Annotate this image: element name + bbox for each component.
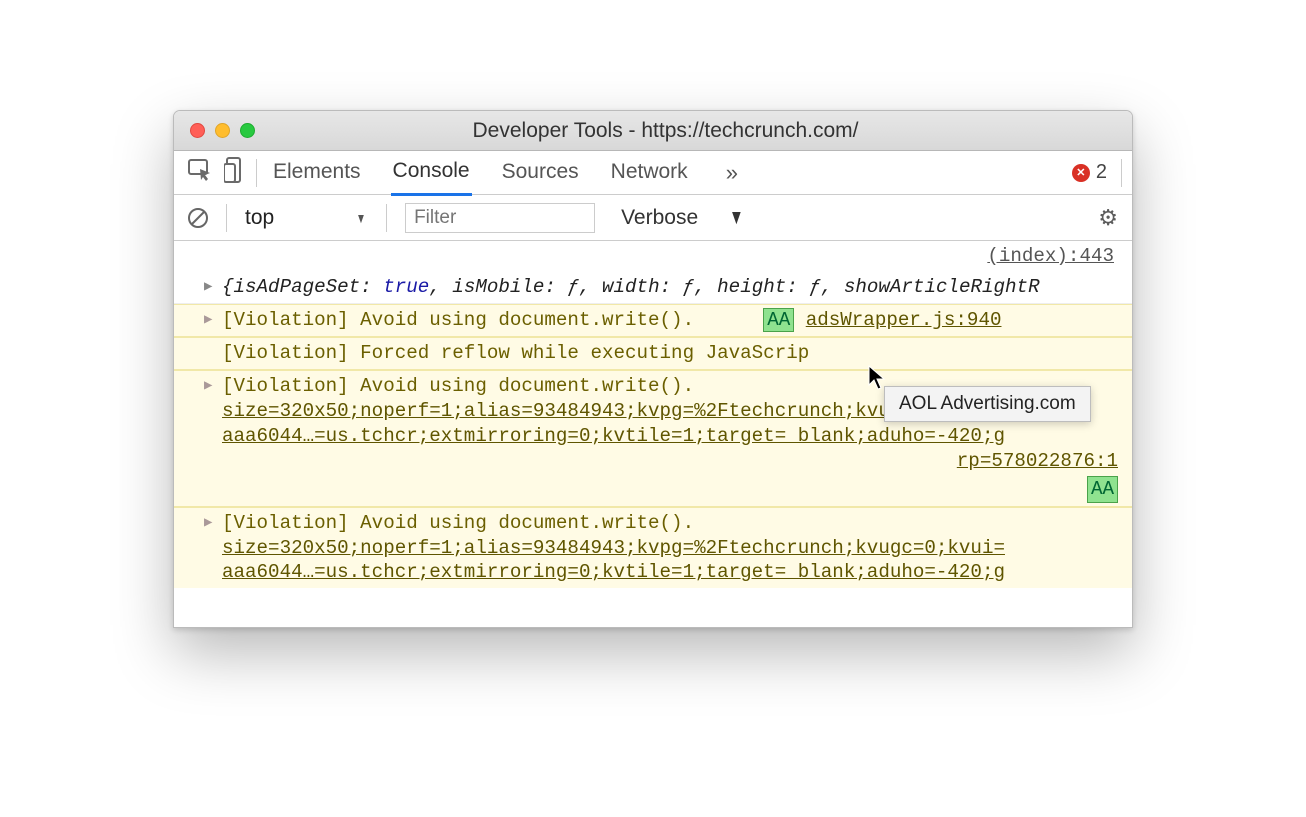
chevron-down-icon: ▼ bbox=[356, 210, 366, 226]
violation-message: [Violation] Avoid using document.write()… bbox=[222, 375, 694, 397]
violation-row[interactable]: ▶ [Violation] Avoid using document.write… bbox=[174, 507, 1132, 589]
violation-row[interactable]: [Violation] Forced reflow while executin… bbox=[174, 337, 1132, 370]
tab-network[interactable]: Network bbox=[609, 151, 690, 194]
log-level-selector[interactable]: Verbose ▼ bbox=[621, 206, 747, 230]
devtools-window: Developer Tools - https://techcrunch.com… bbox=[173, 110, 1133, 628]
context-selector[interactable]: top ▼ bbox=[245, 206, 368, 230]
violation-message: [Violation] Forced reflow while executin… bbox=[222, 342, 809, 364]
source-url[interactable]: aaa6044…=us.tchcr;extmirroring=0;kvtile=… bbox=[222, 425, 1005, 447]
titlebar: Developer Tools - https://techcrunch.com… bbox=[174, 111, 1132, 151]
inspect-icon[interactable] bbox=[188, 159, 212, 187]
violation-message: [Violation] Avoid using document.write()… bbox=[222, 309, 694, 331]
disclosure-triangle-icon[interactable]: ▶ bbox=[204, 514, 212, 532]
device-toggle-icon[interactable] bbox=[224, 157, 242, 189]
log-level-value: Verbose bbox=[621, 206, 698, 230]
tab-sources[interactable]: Sources bbox=[500, 151, 581, 194]
thirdparty-badge[interactable]: AA bbox=[1087, 476, 1118, 503]
chevron-down-icon: ▼ bbox=[729, 206, 744, 230]
badge-tooltip: AOL Advertising.com bbox=[884, 386, 1091, 422]
settings-icon[interactable]: ⚙ bbox=[1098, 205, 1118, 231]
disclosure-triangle-icon[interactable]: ▶ bbox=[204, 278, 212, 296]
console-object-row[interactable]: ▶ {isAdPageSet: true, isMobile: ƒ, width… bbox=[174, 272, 1132, 304]
console-toolbar: top ▼ Verbose ▼ ⚙ bbox=[174, 195, 1132, 241]
violation-message: [Violation] Avoid using document.write()… bbox=[222, 512, 694, 534]
disclosure-triangle-icon[interactable]: ▶ bbox=[204, 311, 212, 329]
separator bbox=[386, 204, 387, 232]
source-url[interactable]: size=320x50;noperf=1;alias=93484943;kvpg… bbox=[222, 537, 1005, 559]
separator bbox=[1121, 159, 1122, 187]
message-source-link[interactable]: (index):443 bbox=[174, 241, 1132, 272]
more-tabs-icon[interactable]: » bbox=[718, 160, 746, 186]
violation-row[interactable]: ▶ [Violation] Avoid using document.write… bbox=[174, 304, 1132, 337]
thirdparty-badge[interactable]: AA bbox=[763, 308, 794, 332]
error-icon bbox=[1072, 164, 1090, 182]
context-value: top bbox=[245, 206, 274, 230]
error-count: 2 bbox=[1096, 161, 1107, 184]
source-url[interactable]: rp=578022876:1 bbox=[957, 449, 1118, 474]
mouse-cursor-icon bbox=[868, 365, 888, 396]
window-title: Developer Tools - https://techcrunch.com… bbox=[199, 119, 1132, 143]
clear-console-icon[interactable] bbox=[188, 208, 208, 228]
disclosure-triangle-icon[interactable]: ▶ bbox=[204, 377, 212, 395]
error-count-badge[interactable]: 2 bbox=[1072, 161, 1107, 184]
tab-console[interactable]: Console bbox=[391, 150, 472, 196]
filter-input[interactable] bbox=[405, 203, 595, 233]
separator bbox=[226, 204, 227, 232]
source-link[interactable]: adsWrapper.js:940 bbox=[806, 309, 1002, 331]
separator bbox=[256, 159, 257, 187]
tab-elements[interactable]: Elements bbox=[271, 151, 363, 194]
source-url[interactable]: aaa6044…=us.tchcr;extmirroring=0;kvtile=… bbox=[222, 561, 1005, 583]
tab-bar: Elements Console Sources Network » 2 bbox=[174, 151, 1132, 195]
